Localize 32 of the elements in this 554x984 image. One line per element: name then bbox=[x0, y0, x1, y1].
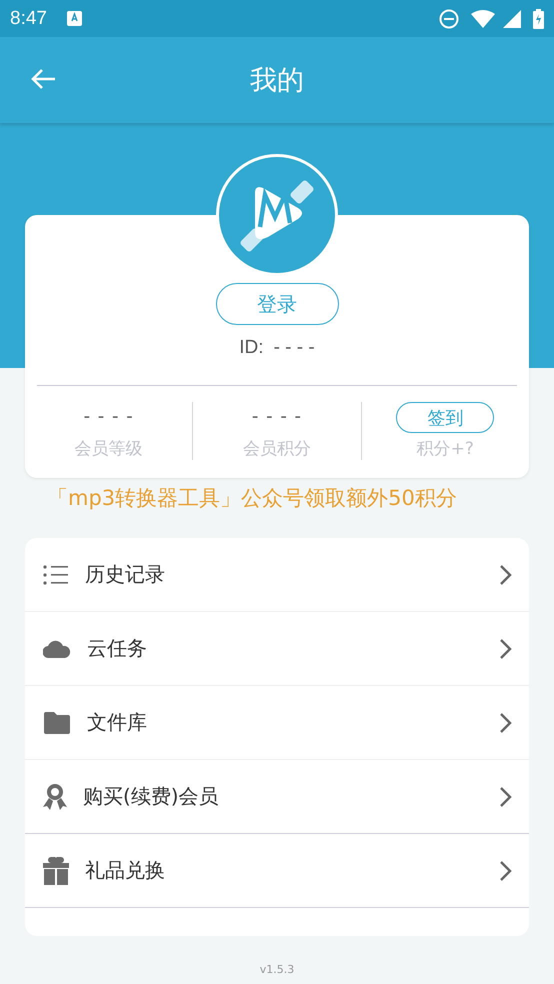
stat-label: 积分+? bbox=[416, 438, 474, 460]
award-icon bbox=[43, 782, 67, 810]
chevron-icon bbox=[499, 786, 513, 808]
menu-item[interactable]: 历史记录 bbox=[25, 538, 529, 612]
wifi-icon bbox=[471, 10, 495, 28]
chevron-icon bbox=[499, 638, 513, 660]
folder-icon bbox=[43, 710, 71, 734]
list-icon bbox=[43, 564, 69, 584]
id-label: ID: bbox=[239, 337, 264, 359]
cloud-icon bbox=[43, 640, 71, 658]
status-time: 8:47 bbox=[10, 8, 47, 30]
menu-item[interactable]: 文件库 bbox=[25, 686, 529, 760]
battery-icon bbox=[533, 8, 544, 28]
keyboard-icon bbox=[66, 11, 82, 26]
back-icon[interactable] bbox=[30, 68, 56, 90]
stat-label: 会员积分 bbox=[242, 438, 311, 460]
chevron-icon bbox=[499, 712, 513, 734]
stat-value: - - - - bbox=[84, 406, 134, 427]
menu-item[interactable]: 云任务 bbox=[25, 612, 529, 686]
menu-item[interactable]: 购买(续费)会员 bbox=[25, 760, 529, 834]
stat-value: - - - - bbox=[252, 406, 302, 427]
do-not-disturb-icon bbox=[439, 8, 459, 28]
gift-icon bbox=[43, 856, 69, 884]
chevron-icon bbox=[499, 564, 513, 586]
page-title: 我的 bbox=[250, 64, 304, 98]
menu-item[interactable]: 礼品兑换 bbox=[25, 834, 529, 908]
id-value: - - - - bbox=[274, 337, 315, 359]
stat-label: 会员等级 bbox=[74, 438, 143, 460]
promo-text: 「mp3转换器工具」公众号领取额外50积分 bbox=[47, 486, 457, 510]
chevron-icon bbox=[499, 860, 513, 882]
version-text: v1.5.3 bbox=[258, 963, 296, 976]
signal-icon bbox=[503, 10, 521, 28]
